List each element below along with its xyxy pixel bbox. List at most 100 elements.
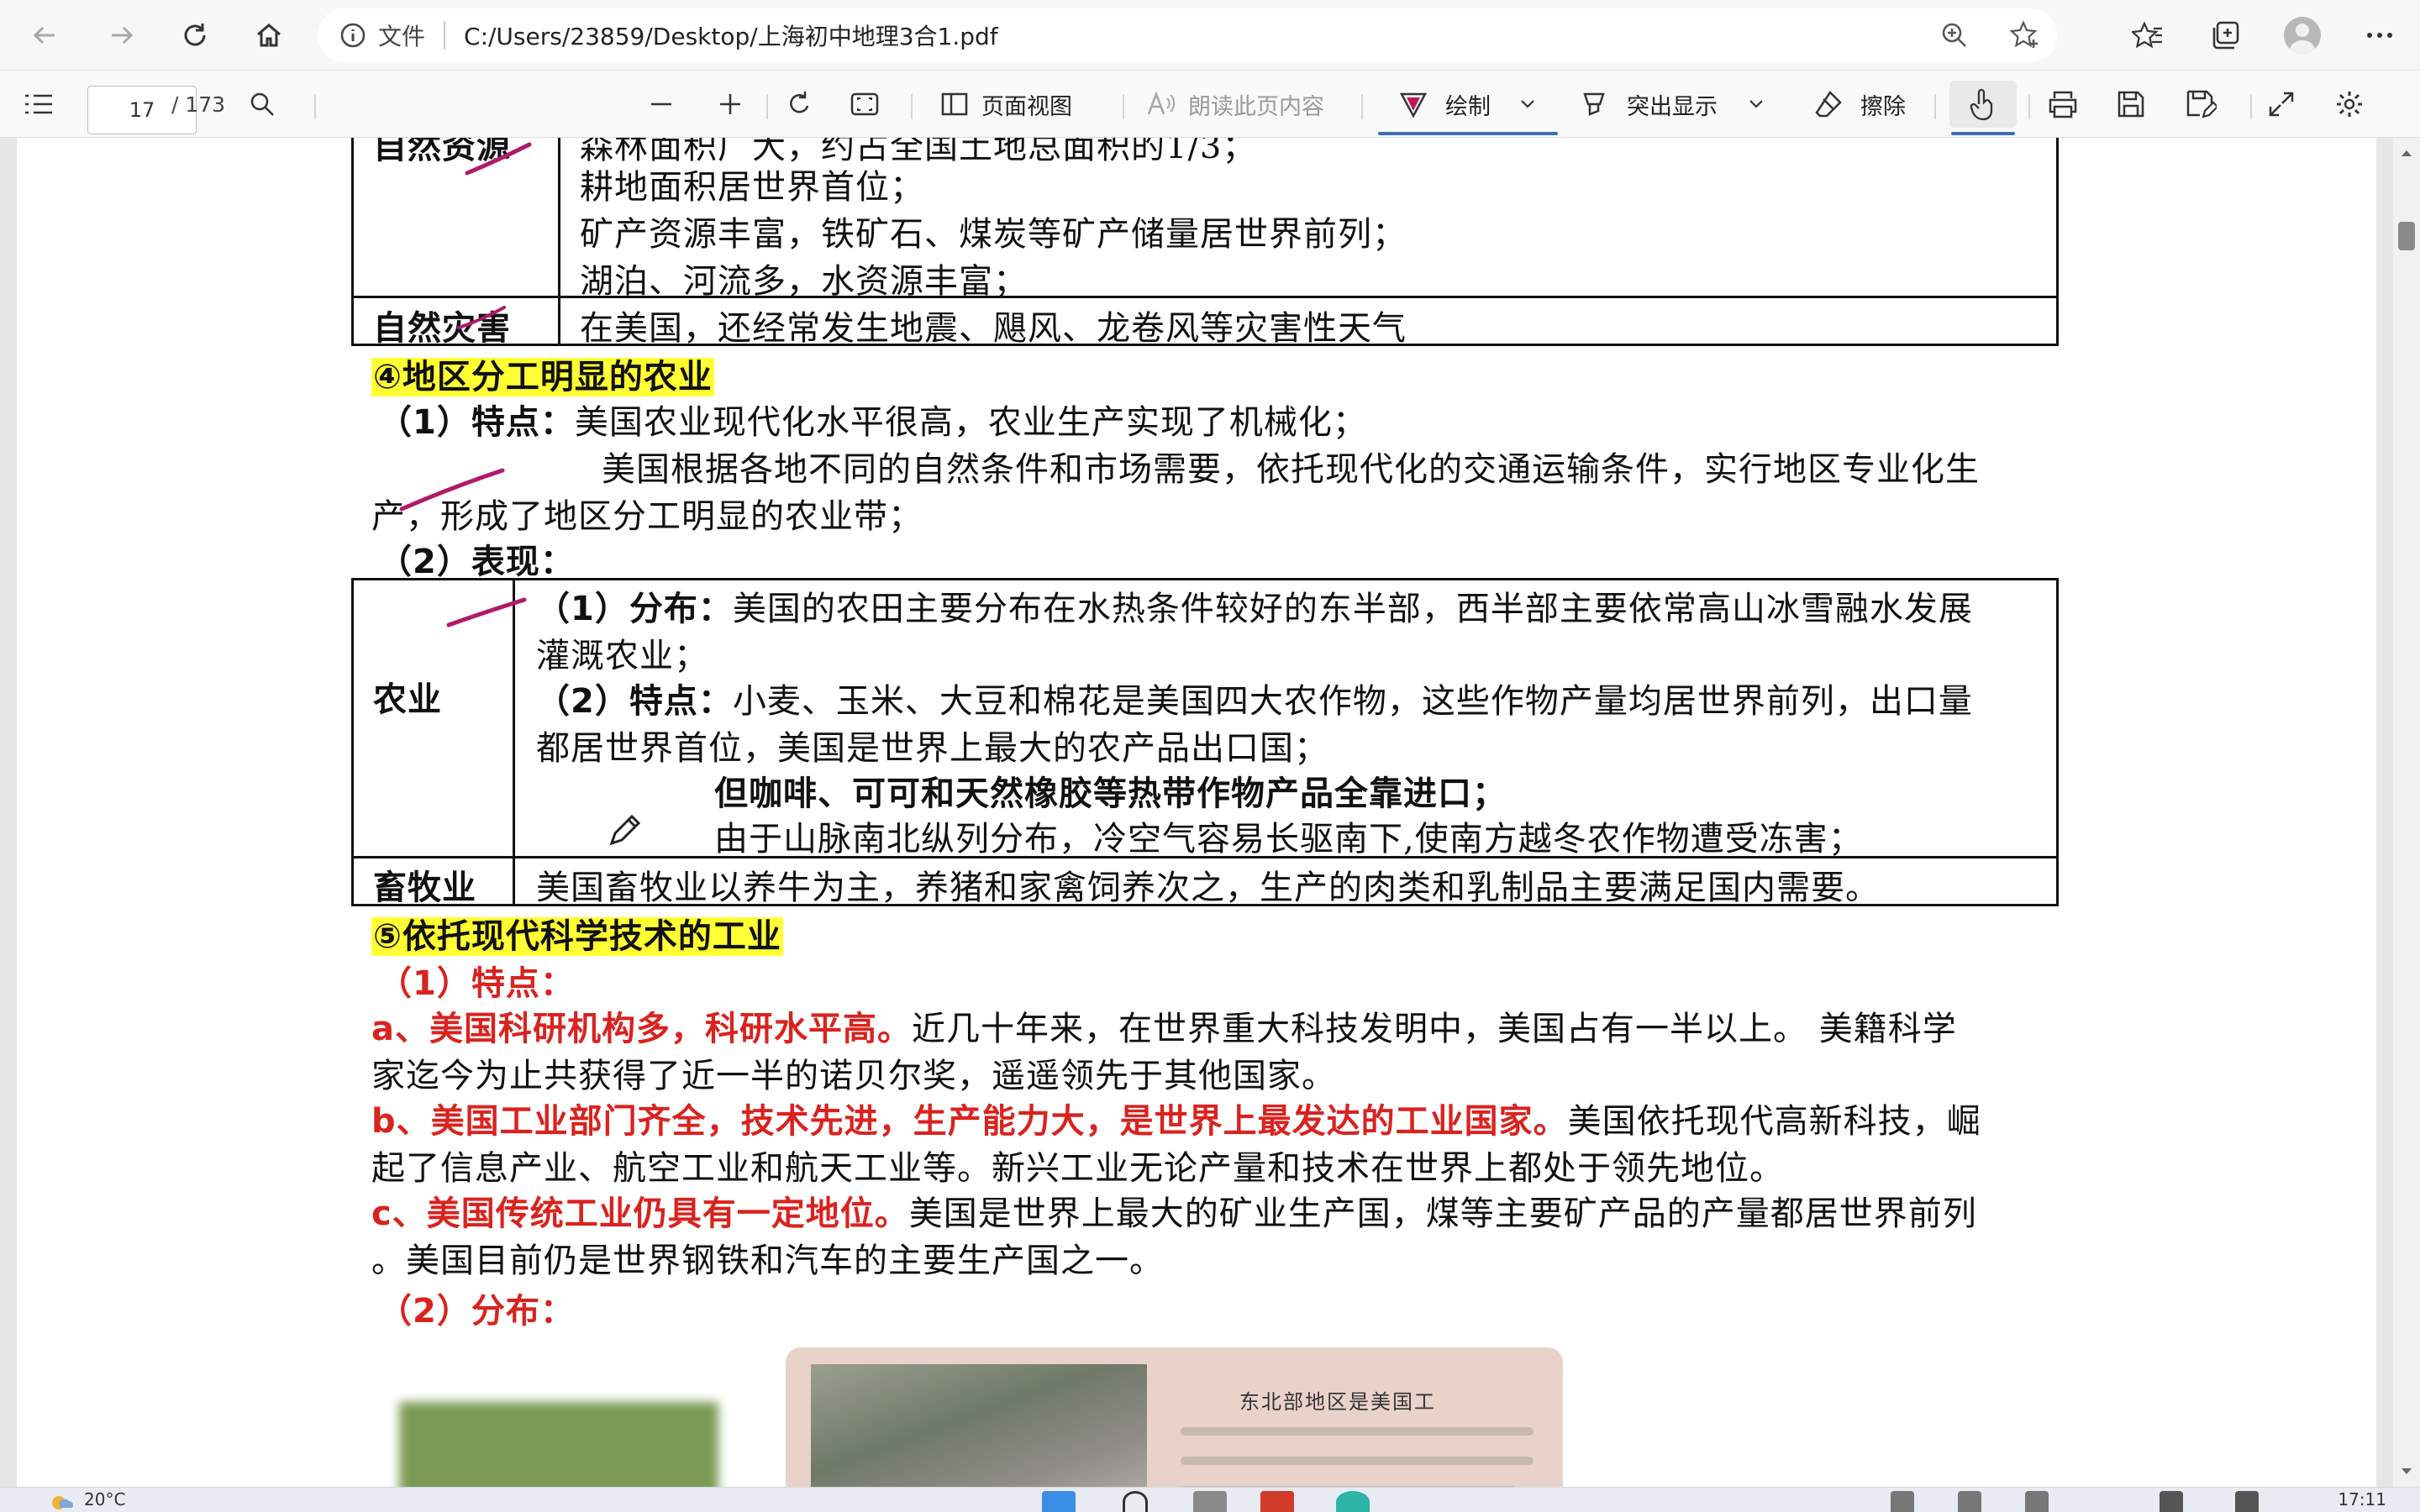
vertical-scrollbar[interactable]: [2393, 138, 2420, 1487]
point-a-text: 近几十年来，在世界重大科技发明中，美国占有一半以上。 美籍科学: [912, 1010, 1957, 1048]
print-button[interactable]: [2047, 81, 2079, 128]
profile-button[interactable]: [2279, 12, 2326, 59]
industry-point-a: 家迄今为止共获得了近一半的诺贝尔奖，遥遥领先于其他国家。: [371, 1057, 1336, 1095]
print-icon: [2049, 91, 2077, 118]
network-icon[interactable]: [2235, 1491, 2259, 1512]
section-title: ⑤依托现代科学技术的工业: [371, 909, 783, 958]
weather-temperature[interactable]: 20°C: [84, 1489, 125, 1509]
feature-label: （1）特点：: [378, 964, 575, 1003]
distribution-line: 灌溉农业；: [536, 637, 708, 675]
rotate-button[interactable]: [785, 81, 813, 128]
more-menu-icon[interactable]: [2356, 12, 2403, 59]
pdf-page: 自然资源 森林面积广大，约占全国土地总面积的1/3； 耕地面积居世界首位； 矿产…: [17, 138, 2376, 1487]
chevron-down-icon: [1521, 100, 1534, 108]
toolbar-divider: [1361, 94, 1363, 119]
section4-title: ④地区分工明显的农业: [371, 358, 714, 396]
read-aloud-button[interactable]: 朗读此页内容: [1146, 81, 1324, 128]
zoom-out-button[interactable]: [649, 81, 674, 128]
table-row-head: 畜牧业: [373, 869, 476, 907]
add-favorite-icon[interactable]: [2002, 12, 2049, 59]
tray-icon[interactable]: [1958, 1491, 1981, 1512]
contents-button[interactable]: [24, 81, 54, 128]
scroll-down-icon[interactable]: [2398, 1463, 2415, 1480]
forward-button[interactable]: [97, 12, 145, 59]
address-divider: [444, 21, 446, 50]
point-c-text: 美国是世界上最大的矿业生产国，煤等主要矿产品的产量都居世界前列: [908, 1194, 1977, 1233]
chevron-down-icon: [1749, 100, 1763, 108]
zoom-in-button[interactable]: [718, 81, 743, 128]
collections-icon[interactable]: [2202, 12, 2249, 59]
draw-active-indicator: [1378, 132, 1558, 135]
browser-title-bar: 文件 C:/Users/23859/Desktop/上海初中地理3合1.pdf: [0, 0, 2420, 71]
table-border: [351, 578, 2059, 580]
toolbar-divider: [766, 94, 768, 119]
app-icon[interactable]: [1260, 1491, 1294, 1512]
info-icon[interactable]: [338, 20, 368, 50]
back-arrow-icon: [33, 26, 55, 45]
point-c-highlight: c、美国传统工业仍具有一定地位。: [371, 1194, 909, 1233]
toolbar-divider: [2250, 94, 2252, 119]
distribution-label: （1）分布：: [536, 590, 733, 628]
page-view-label: 页面视图: [981, 93, 1072, 120]
feature-line: （2）特点：小麦、玉米、大豆和棉花是美国四大农作物，这些作物产量均居世界前列，出…: [536, 674, 1973, 722]
address-bar[interactable]: 文件 C:/Users/23859/Desktop/上海初中地理3合1.pdf: [318, 8, 2057, 62]
home-button[interactable]: [245, 12, 292, 59]
refresh-icon: [184, 24, 206, 46]
industry-point-c: 。美国目前仍是世界钢铁和汽车的主要生产国之一。: [371, 1242, 1164, 1280]
settings-button[interactable]: [2334, 81, 2365, 128]
fit-page-icon: [850, 92, 879, 116]
distribution-label: （2）分布：: [378, 1292, 575, 1331]
page-view-button[interactable]: 页面视图: [939, 81, 1072, 128]
back-button[interactable]: [22, 12, 69, 59]
industry-point-c: c、美国传统工业仍具有一定地位。美国是世界上最大的矿业生产国，煤等主要矿产品的产…: [371, 1186, 1977, 1235]
toolbar-divider: [314, 94, 316, 119]
edge-icon[interactable]: [1336, 1491, 1370, 1512]
table-row-head: 农业: [373, 680, 442, 719]
blurred-text: [1181, 1427, 1534, 1436]
weather-icon[interactable]: [49, 1493, 74, 1509]
feature-line: 由于山脉南北纵列分布，冷空气容易长驱南下,使南方越冬农作物遭受冻害；: [714, 820, 1863, 858]
resource-line: 耕地面积居世界首位；: [580, 168, 924, 207]
toolbar-divider: [1123, 94, 1124, 119]
erase-button[interactable]: 擦除: [1813, 81, 1906, 128]
start-button[interactable]: [1042, 1491, 1076, 1512]
tray-icon[interactable]: [2025, 1491, 2049, 1512]
highlight-button[interactable]: 突出显示: [1580, 81, 1765, 128]
table-border: [558, 138, 560, 346]
livestock-text: 美国畜牧业以养牛为主，养猪和家禽饲养次之，生产的肉类和乳制品主要满足国内需要。: [536, 869, 1880, 907]
save-as-button[interactable]: [2185, 81, 2217, 128]
refresh-button[interactable]: [171, 12, 218, 59]
draw-button[interactable]: 绘制: [1378, 81, 1558, 128]
gear-icon: [2337, 92, 2362, 117]
fullscreen-button[interactable]: [2267, 81, 2296, 128]
total-pages: / 173: [171, 92, 226, 117]
scroll-up-icon[interactable]: [2398, 144, 2415, 161]
save-button[interactable]: [2116, 81, 2146, 128]
feature-text: 小麦、玉米、大豆和棉花是美国四大农作物，这些作物产量均居世界前列，出口量: [732, 682, 1973, 721]
factory-photo: [811, 1364, 1147, 1487]
fit-page-button[interactable]: [850, 81, 879, 128]
search-taskbar-icon[interactable]: [1123, 1491, 1148, 1512]
draw-icon: [1399, 92, 1428, 118]
feature-label: （2）特点：: [536, 682, 733, 721]
ink-stroke: [457, 306, 506, 329]
task-view-icon[interactable]: [1193, 1491, 1227, 1512]
favorites-icon[interactable]: [2124, 12, 2171, 59]
zoom-icon[interactable]: [1931, 12, 1978, 59]
touch-write-button[interactable]: [1949, 81, 2017, 128]
resource-line: 湖泊、河流多，水资源丰富；: [580, 262, 1028, 301]
search-button[interactable]: [249, 81, 276, 128]
point-b-text: 美国依托现代高新科技，崛: [1567, 1102, 1981, 1141]
url-text[interactable]: C:/Users/23859/Desktop/上海初中地理3合1.pdf: [464, 18, 998, 52]
read-aloud-icon: [1147, 91, 1176, 115]
taskbar: 20°C 17:11: [0, 1487, 2420, 1512]
highlight-label: 突出显示: [1627, 93, 1718, 120]
scroll-thumb[interactable]: [2398, 222, 2415, 250]
industry-point-b: b、美国工业部门齐全，技术先进，生产能力大，是世界上最发达的工业国家。美国依托现…: [371, 1094, 1981, 1142]
tray-icon[interactable]: [1891, 1491, 1914, 1512]
document-viewport[interactable]: 自然资源 森林面积广大，约占全国土地总面积的1/3； 耕地面积居世界首位； 矿产…: [0, 138, 2393, 1487]
input-method-icon[interactable]: [2160, 1491, 2183, 1512]
point-b-highlight: b、美国工业部门齐全，技术先进，生产能力大，是世界上最发达的工业国家。: [371, 1102, 1568, 1141]
highlighter-icon: [1583, 92, 1605, 116]
clock[interactable]: 17:11: [2338, 1489, 2386, 1509]
